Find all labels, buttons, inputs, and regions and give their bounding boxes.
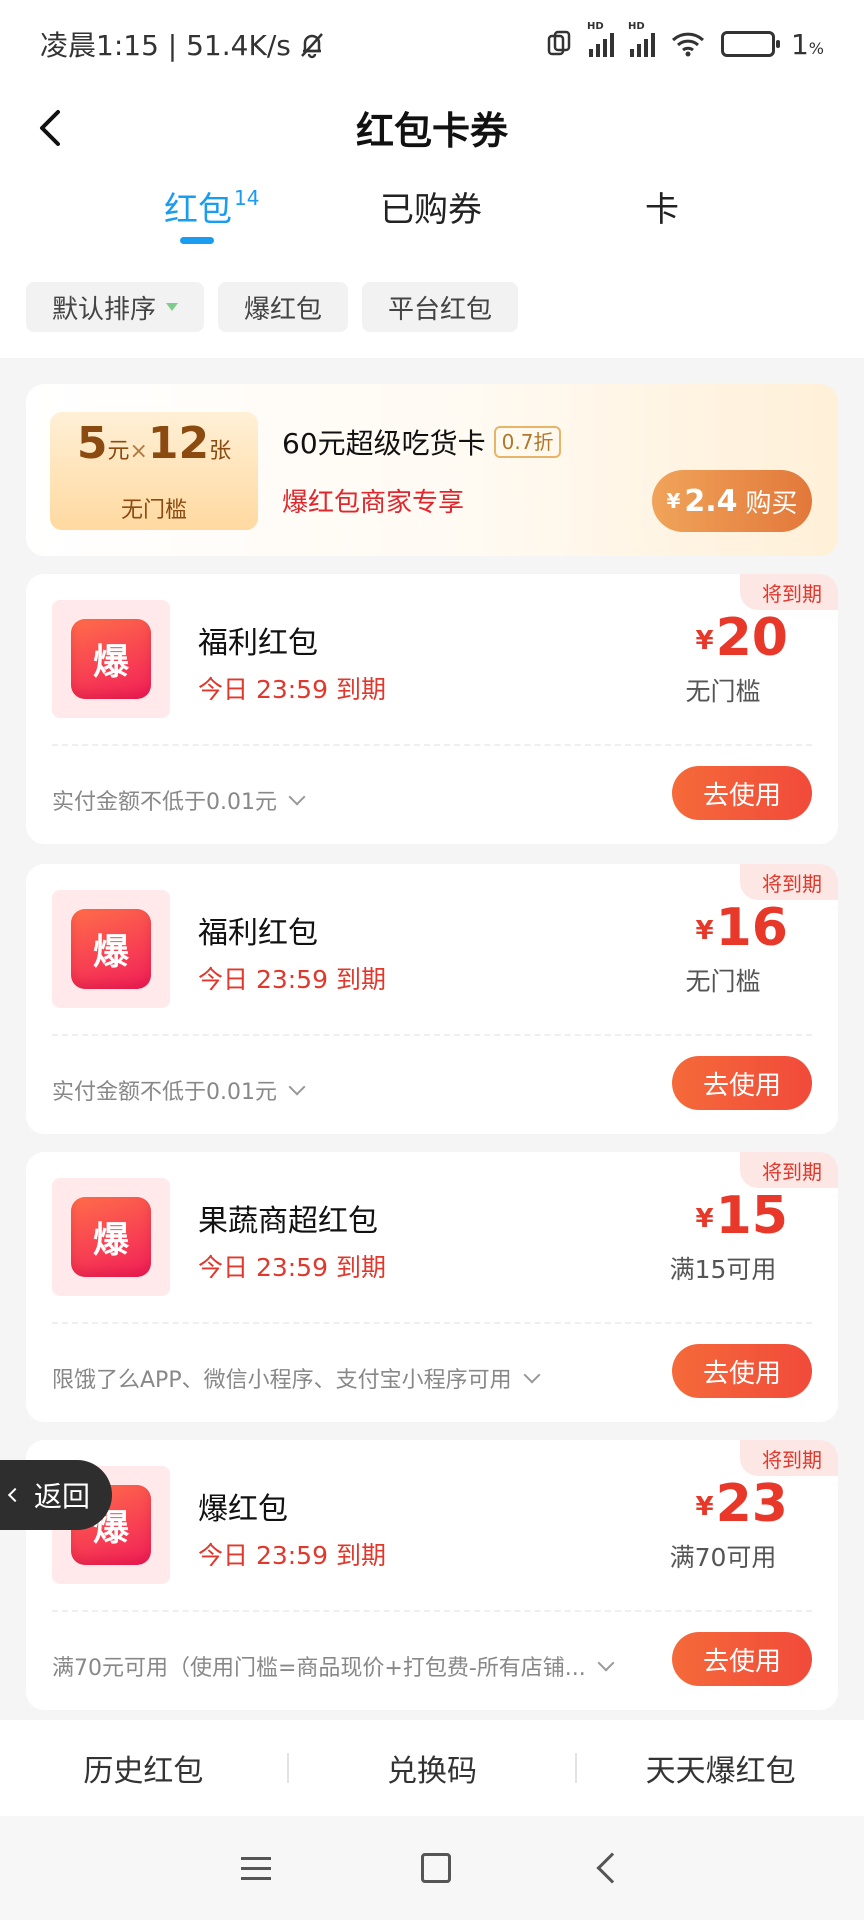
coupon-expiry: 今日 23:59 到期: [198, 675, 386, 704]
status-time: 凌晨1:15 | 51.4K/s: [40, 29, 291, 62]
tab-purchased-coupons[interactable]: 已购券: [380, 182, 482, 242]
battery-level: 1%: [790, 27, 824, 61]
nfc-icon: [547, 30, 571, 56]
coupon-condition: 满15可用: [669, 1255, 777, 1284]
coupon-condition: 无门槛: [685, 677, 761, 706]
coupon-note[interactable]: 限饿了么APP、微信小程序、支付宝小程序可用: [52, 1362, 541, 1394]
coupon-note[interactable]: 实付金额不低于0.01元: [52, 784, 306, 816]
hd-label-2: HD: [627, 21, 645, 32]
promo-description: 爆红包商家专享: [282, 488, 465, 518]
boom-hongbao-filter-chip[interactable]: 爆红包: [218, 282, 349, 332]
boom-logo-icon: 爆: [71, 1197, 151, 1277]
status-left: 凌晨1:15 | 51.4K/s: [40, 24, 327, 64]
header: 红包卡券: [0, 88, 864, 168]
coupon-name: 果蔬商超红包: [198, 1204, 378, 1239]
tab-cards[interactable]: 卡: [645, 182, 679, 242]
tab-count-badge: 14: [234, 185, 260, 210]
tab-bar: 红包 14 已购券 卡: [0, 168, 864, 254]
tab-label: 红包: [164, 190, 232, 230]
home-icon[interactable]: [421, 1853, 451, 1883]
mute-bell-icon: [300, 33, 323, 59]
expiring-badge: 将到期: [740, 864, 838, 900]
divider: [52, 1610, 812, 1612]
chevron-left-icon: [7, 1487, 23, 1503]
dropdown-triangle-icon: [166, 303, 179, 311]
wifi-icon: [671, 32, 704, 57]
chip-label: 平台红包: [388, 294, 493, 325]
expiring-badge: 将到期: [740, 574, 838, 610]
promo-ticket-amount: 5元×12张: [76, 418, 232, 469]
coupon-condition: 无门槛: [685, 967, 761, 996]
chevron-down-icon: [288, 788, 306, 806]
buy-button[interactable]: ¥2.4 购买: [652, 470, 812, 532]
divider: [52, 1322, 812, 1324]
coupon-name: 爆红包: [198, 1492, 288, 1527]
return-label: 返回: [34, 1480, 91, 1513]
discount-badge: 0.7折: [493, 426, 562, 458]
use-button[interactable]: 去使用: [672, 1056, 812, 1110]
bottom-action-bar: 历史红包 兑换码 天天爆红包: [0, 1720, 864, 1816]
promo-title: 60元超级吃货卡 0.7折: [282, 422, 562, 462]
promo-card[interactable]: 5元×12张 无门槛 60元超级吃货卡 0.7折 爆红包商家专享 ¥2.4 购买: [26, 384, 838, 556]
promo-ticket-sub: 无门槛: [120, 498, 187, 523]
coupon-logo: 爆: [52, 890, 170, 1008]
coupon-amount: ¥15: [695, 1186, 788, 1246]
coupon-card: 将到期 爆 福利红包 今日 23:59 到期 ¥16 无门槛 实付金额不低于0.…: [26, 864, 838, 1134]
use-button[interactable]: 去使用: [672, 1344, 812, 1398]
divider: [52, 1034, 812, 1036]
boom-logo-icon: 爆: [71, 619, 151, 699]
status-right: HD HD 1%: [545, 21, 824, 61]
tab-label: 卡: [645, 190, 679, 230]
daily-boom-hongbao-link[interactable]: 天天爆红包: [577, 1746, 864, 1790]
coupon-amount: ¥23: [695, 1474, 788, 1534]
hd-label-1: HD: [586, 21, 604, 32]
tab-hongbao[interactable]: 红包 14: [164, 182, 260, 244]
coupon-expiry: 今日 23:59 到期: [198, 1541, 386, 1570]
chip-label: 默认排序: [52, 294, 157, 325]
coupon-amount: ¥16: [695, 898, 788, 958]
coupon-condition: 满70可用: [669, 1543, 777, 1572]
menu-icon[interactable]: [241, 1856, 271, 1880]
coupon-expiry: 今日 23:59 到期: [198, 965, 386, 994]
history-hongbao-link[interactable]: 历史红包: [0, 1746, 287, 1790]
coupon-logo: 爆: [52, 1178, 170, 1296]
coupon-note[interactable]: 实付金额不低于0.01元: [52, 1074, 306, 1106]
use-button[interactable]: 去使用: [672, 766, 812, 820]
tab-label: 已购券: [380, 190, 482, 230]
chevron-down-icon: [523, 1366, 541, 1384]
tab-active-indicator: [180, 237, 214, 244]
coupon-amount: ¥20: [695, 608, 788, 668]
platform-hongbao-filter-chip[interactable]: 平台红包: [362, 282, 519, 332]
coupon-logo: 爆: [52, 600, 170, 718]
coupon-name: 福利红包: [198, 626, 318, 661]
redeem-code-link[interactable]: 兑换码: [289, 1746, 576, 1790]
coupon-expiry: 今日 23:59 到期: [198, 1253, 386, 1282]
signal-icon-2: HD: [628, 21, 655, 57]
coupon-note[interactable]: 满70元可用（使用门槛=商品现价+打包费-所有店铺...: [52, 1650, 615, 1682]
floating-return-button[interactable]: 返回: [0, 1460, 112, 1530]
expiring-badge: 将到期: [740, 1152, 838, 1188]
chip-label: 爆红包: [244, 294, 323, 325]
filter-bar: 默认排序 爆红包 平台红包: [0, 254, 864, 358]
status-bar: 凌晨1:15 | 51.4K/s HD HD 1%: [0, 0, 864, 88]
system-nav-bar: [0, 1816, 864, 1920]
expiring-badge: 将到期: [740, 1440, 838, 1476]
use-button[interactable]: 去使用: [672, 1632, 812, 1686]
coupon-card: 将到期 爆 爆红包 今日 23:59 到期 ¥23 满70可用 满70元可用（使…: [26, 1440, 838, 1710]
coupon-name: 福利红包: [198, 916, 318, 951]
chevron-down-icon: [288, 1078, 306, 1096]
back-icon[interactable]: [596, 1852, 628, 1884]
battery-icon: [720, 31, 780, 57]
sort-filter-chip[interactable]: 默认排序: [26, 282, 205, 332]
promo-ticket: 5元×12张 无门槛: [50, 412, 258, 530]
divider: [52, 744, 812, 746]
page-title: 红包卡券: [355, 109, 508, 153]
chevron-down-icon: [597, 1654, 615, 1672]
boom-logo-icon: 爆: [71, 909, 151, 989]
signal-icon: HD: [587, 21, 614, 57]
coupon-card: 将到期 爆 福利红包 今日 23:59 到期 ¥20 无门槛 实付金额不低于0.…: [26, 574, 838, 844]
coupon-card: 将到期 爆 果蔬商超红包 今日 23:59 到期 ¥15 满15可用 限饿了么A…: [26, 1152, 838, 1422]
